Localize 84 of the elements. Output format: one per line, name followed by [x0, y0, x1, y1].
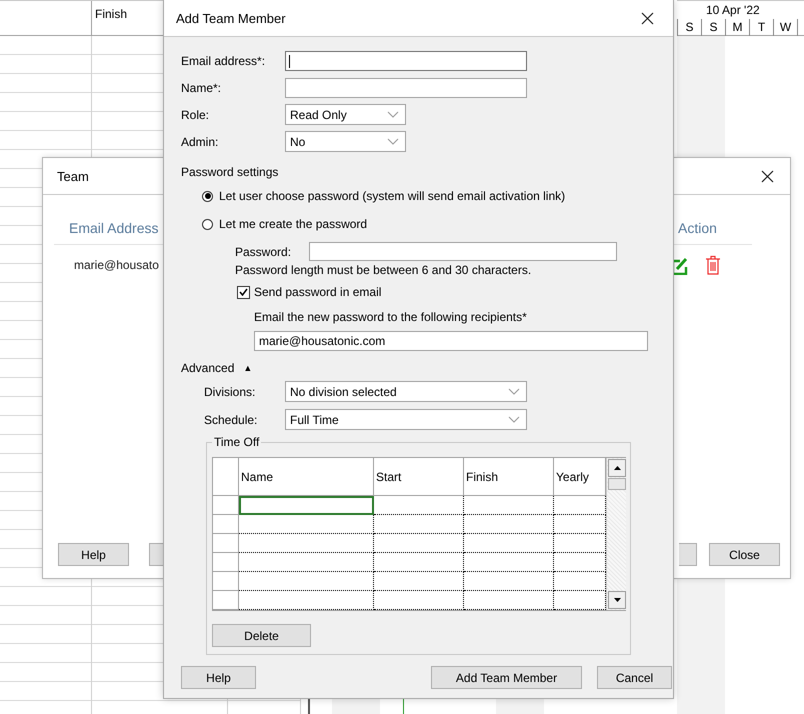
- table-cell: marie@housato: [74, 258, 159, 272]
- day-label: S: [702, 19, 726, 36]
- scrollbar[interactable]: [606, 458, 626, 610]
- field-label: Admin:: [181, 134, 220, 148]
- column-header: Finish: [464, 458, 554, 496]
- grid-cell[interactable]: [374, 534, 464, 553]
- field-label: Email the new password to the following recipients*: [254, 309, 528, 325]
- grid-cell[interactable]: [239, 496, 374, 515]
- window-title: Team: [57, 168, 89, 184]
- edit-icon[interactable]: [671, 256, 688, 274]
- field-label: Email address*:: [181, 54, 266, 68]
- grid-cell[interactable]: [464, 553, 554, 572]
- row-header[interactable]: [213, 515, 239, 534]
- day-label: W: [774, 19, 798, 36]
- row-header[interactable]: [213, 591, 239, 610]
- column-header: Start: [374, 458, 464, 496]
- grid-cell[interactable]: [374, 553, 464, 572]
- add-button[interactable]: Add Team Member: [431, 666, 582, 689]
- password-field[interactable]: [309, 242, 617, 261]
- field-label: Divisions:: [204, 384, 256, 398]
- grid-cell[interactable]: [464, 534, 554, 553]
- checkbox[interactable]: [237, 286, 250, 298]
- grid-cell[interactable]: [374, 515, 464, 534]
- field-label: Schedule:: [204, 412, 258, 426]
- input-field[interactable]: [285, 51, 527, 71]
- dropdown[interactable]: Full Time: [285, 409, 527, 430]
- radio-option[interactable]: Let user choose password (system will send email activation link): [202, 188, 673, 204]
- day-label: S: [678, 19, 702, 36]
- radio-option[interactable]: Let me create the password: [202, 216, 673, 232]
- day-label: T: [750, 19, 774, 36]
- radio-button[interactable]: [202, 190, 213, 202]
- field-label: Password:: [235, 244, 292, 258]
- row-header[interactable]: [213, 553, 239, 572]
- section-heading: Password settings: [181, 164, 280, 180]
- grid-cell[interactable]: [374, 496, 464, 515]
- close-icon[interactable]: [761, 170, 774, 182]
- grid-cell[interactable]: [239, 515, 374, 534]
- help-button[interactable]: Help: [181, 666, 256, 689]
- grid-cell[interactable]: [239, 553, 374, 572]
- week-label: 10 Apr '22: [706, 3, 760, 17]
- field-label: Role:: [181, 108, 210, 122]
- collapse-toggle[interactable]: ▲: [243, 363, 252, 373]
- chevron-down-icon: [508, 388, 520, 395]
- chevron-down-icon: [387, 138, 399, 145]
- scroll-up-button[interactable]: [608, 459, 626, 477]
- checkbox-option[interactable]: Send password in email: [237, 284, 673, 300]
- scroll-thumb[interactable]: [608, 478, 626, 490]
- column-header: Action: [678, 220, 717, 236]
- input-field[interactable]: [285, 78, 527, 98]
- grid-cell[interactable]: [374, 572, 464, 591]
- delete-button[interactable]: Delete: [212, 624, 311, 647]
- grid-cell[interactable]: [239, 572, 374, 591]
- dropdown[interactable]: No division selected: [285, 381, 527, 402]
- grid-cell[interactable]: [464, 515, 554, 534]
- dropdown[interactable]: No: [285, 131, 406, 152]
- column-header: Name: [239, 458, 374, 496]
- cancel-button[interactable]: Cancel: [597, 666, 672, 689]
- help-button[interactable]: Help: [58, 543, 129, 566]
- triangle-up-icon: [614, 466, 620, 470]
- close-button[interactable]: Close: [709, 543, 780, 566]
- row-header[interactable]: [213, 572, 239, 591]
- column-header: Email Address: [69, 220, 158, 236]
- grid-cell[interactable]: [239, 534, 374, 553]
- grid-cell[interactable]: [239, 591, 374, 610]
- dropdown[interactable]: Read Only: [285, 104, 406, 125]
- row-header[interactable]: [213, 496, 239, 515]
- field-label: Name*:: [181, 81, 222, 95]
- triangle-down-icon: [614, 598, 620, 602]
- day-label: M: [726, 19, 750, 36]
- close-icon[interactable]: [641, 12, 654, 24]
- hint-text: Password length must be between 6 and 30 characters.: [235, 263, 532, 277]
- grid-cell[interactable]: [464, 591, 554, 610]
- grid-cell[interactable]: [464, 496, 554, 515]
- row-header[interactable]: [213, 534, 239, 553]
- scroll-down-button[interactable]: [608, 591, 626, 609]
- radio-button[interactable]: [202, 218, 213, 230]
- chevron-down-icon: [387, 111, 399, 118]
- input-field[interactable]: marie@housatonic.com: [254, 331, 648, 351]
- trash-icon[interactable]: [705, 255, 721, 275]
- group-title: Time Off: [212, 435, 262, 449]
- section-heading: Advanced: [181, 361, 234, 375]
- grid-cell[interactable]: [464, 572, 554, 591]
- chevron-down-icon: [508, 416, 520, 423]
- grid-cell[interactable]: [374, 591, 464, 610]
